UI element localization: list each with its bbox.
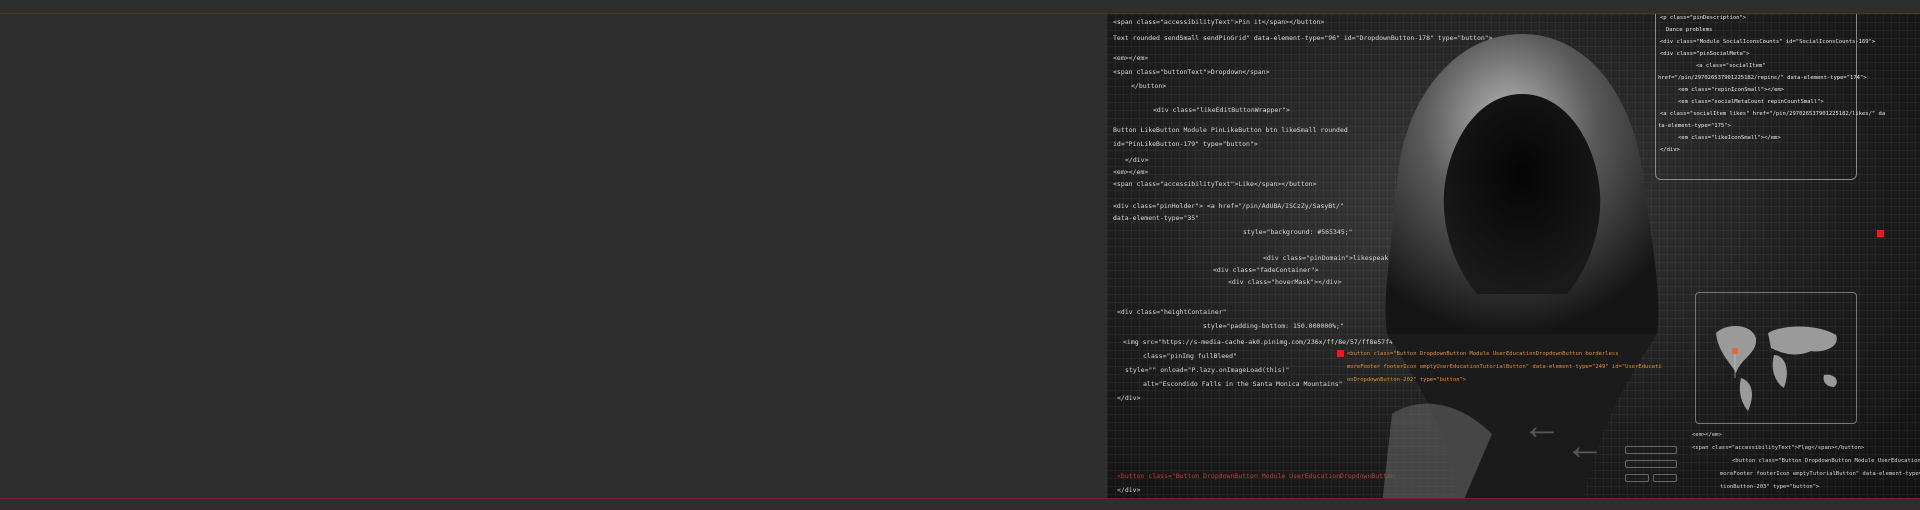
hacker-banner-image: <span class="accessibilityText">Pin it</…: [1107, 14, 1920, 498]
code-line: <span class="accessibilityText">Like</sp…: [1113, 180, 1317, 188]
highlight-code-line: <button class="Button DropdownButton Mod…: [1347, 351, 1619, 357]
code-line: <span class="buttonText">Dropdown</span>: [1113, 68, 1270, 76]
panel-code-line: Dance problems: [1666, 27, 1713, 33]
code-line: <em></em>: [1113, 168, 1149, 176]
arrow-left-icon: ←: [1522, 404, 1562, 448]
panel-code-line: <div class="Module SocialIconsCounts" id…: [1660, 39, 1876, 45]
ui-bar: [1625, 474, 1649, 482]
panel-code-line: href="/pin/297026537901225182/repins/" d…: [1658, 75, 1867, 81]
bottom-right-code-line: <span class="accessibilityText">Flag</sp…: [1692, 445, 1865, 451]
code-line: style="padding-bottom: 150.000000%;": [1203, 322, 1344, 330]
red-square-icon: [1877, 230, 1884, 237]
code-line: <em></em>: [1113, 54, 1149, 62]
panel-code-line: ta-element-type="175">: [1658, 123, 1731, 129]
panel-code-line: <a class="socialItem": [1696, 63, 1766, 69]
code-line: <button class="Button DropdownButton Mod…: [1117, 472, 1395, 480]
panel-code-line: <em class="repinIconSmall"></em>: [1678, 87, 1784, 93]
code-line: </button>: [1131, 82, 1167, 90]
code-line: </div>: [1117, 394, 1141, 402]
code-line: Button LikeButton Module PinLikeButton b…: [1113, 126, 1348, 134]
bottom-right-code-line: tionButton-203" type="button">: [1720, 484, 1820, 490]
target-marker-icon: [1337, 350, 1344, 357]
code-line: <div class="pinHolder"> <a href="/pin/Ad…: [1113, 202, 1344, 210]
panel-code-line: <em class="socialMetaCount repinCountSma…: [1678, 99, 1824, 105]
code-line: style="" onload="P.lazy.onImageLoad(this…: [1125, 366, 1290, 374]
code-line: id="PinLikeButton-179" type="button">: [1113, 140, 1258, 148]
code-line: alt="Escondido Falls in the Santa Monica…: [1143, 380, 1343, 388]
code-line: <div class="heightContainer": [1117, 308, 1227, 316]
panel-code-line: <em class="likeIconSmall"></em>: [1678, 135, 1781, 141]
panel-code-line: <div class="pinSocialMeta">: [1660, 51, 1750, 57]
panel-code-line: <p class="pinDescription">: [1660, 15, 1747, 21]
code-line: <div class="likeEditButtonWrapper">: [1153, 106, 1290, 114]
world-map-panel: [1695, 292, 1857, 424]
bottom-right-code-line: moreFooter footerIcon emptyTutorialButto…: [1720, 471, 1920, 477]
code-panel: <p class="pinDescription"> Dance problems…: [1655, 14, 1885, 180]
arrow-left-icon: ←: [1565, 424, 1605, 468]
code-line: <span class="accessibilityText">Pin it</…: [1113, 18, 1325, 26]
world-map-icon: [1716, 326, 1837, 411]
code-line: style="background: #565345;": [1243, 228, 1353, 236]
code-line: <div class="fadeContainer">: [1213, 266, 1319, 274]
panel-code-line: <a class="socialItem likes" href="/pin/2…: [1660, 111, 1886, 117]
code-line: class="pinImg fullBleed": [1143, 352, 1237, 360]
bottom-rule: [0, 498, 1920, 499]
code-line: </div>: [1125, 156, 1149, 164]
code-line: </div>: [1117, 486, 1141, 494]
ui-bar: [1625, 446, 1677, 454]
ui-bar: [1653, 474, 1677, 482]
code-line: <div class="hoverMask"></div>: [1228, 278, 1342, 286]
bottom-right-code-line: <em></em>: [1692, 432, 1722, 438]
highlight-code-line: moreFooter footerIcon emptyUserEducation…: [1347, 364, 1662, 370]
highlight-code-line: onDropdownButton-202" type="button">: [1347, 377, 1467, 383]
bottom-right-code-line: <button class="Button DropdownButton Mod…: [1732, 458, 1920, 464]
panel-code-line: </div>: [1660, 147, 1680, 153]
code-line: data-element-type="35": [1113, 214, 1200, 222]
ui-bar: [1625, 460, 1677, 468]
